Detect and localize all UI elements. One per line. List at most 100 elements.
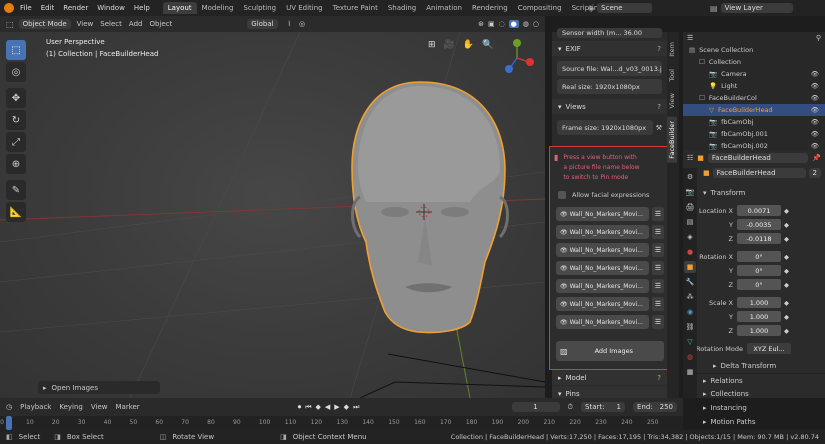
view-menu-icon[interactable]: ☰	[652, 297, 664, 311]
blender-logo-icon[interactable]	[4, 3, 14, 13]
transform-tool-icon[interactable]: ⊕	[6, 154, 26, 174]
clock-icon[interactable]: ⏱	[568, 403, 573, 412]
visibility-eye-icon[interactable]: 👁	[811, 130, 819, 138]
zoom-icon[interactable]: 🔍	[482, 40, 493, 50]
outliner-row[interactable]: ▽ FaceBuilderHead 👁	[683, 104, 825, 116]
scale-x-field[interactable]: 1.000	[737, 297, 781, 308]
exif-header[interactable]: ▾ EXIF ?	[552, 41, 667, 56]
rotate-tool-icon[interactable]: ↻	[6, 110, 26, 130]
visibility-eye-icon[interactable]: 👁	[811, 82, 819, 90]
sensor-width-field[interactable]: Sensor width (m... 36.00	[557, 28, 662, 38]
navigation-gizmo[interactable]	[505, 39, 534, 73]
view-button[interactable]: 👁 Wall_No_Markers_Movi...	[556, 279, 649, 293]
pan-hand-icon[interactable]: ✋	[463, 40, 474, 50]
3d-viewport[interactable]: User Perspective (1) Collection | FaceBu…	[0, 32, 545, 398]
physics-tab-icon[interactable]: ◉	[684, 306, 696, 318]
menu-marker[interactable]: Marker	[115, 403, 139, 411]
rotation-x-field[interactable]: 0°	[737, 251, 781, 262]
property-section-header[interactable]: ▸ Relations	[683, 373, 825, 387]
visibility-eye-icon[interactable]: 👁	[811, 94, 819, 102]
menu-render[interactable]: Render	[63, 4, 88, 12]
keyframe-dot-icon[interactable]: ◆	[784, 281, 789, 289]
keyframe-dot-icon[interactable]: ◆	[784, 221, 789, 229]
view-menu-icon[interactable]: ☰	[652, 261, 664, 275]
tab-view[interactable]: View	[667, 89, 677, 112]
tab-compositing[interactable]: Compositing	[513, 2, 567, 14]
rotation-y-field[interactable]: 0°	[737, 265, 781, 276]
keyframe-dot-icon[interactable]: ◆	[784, 313, 789, 321]
users-count[interactable]: 2	[808, 168, 821, 178]
scale-z-field[interactable]: 1.000	[737, 325, 781, 336]
solid-shading-icon[interactable]: ●	[508, 20, 519, 28]
object-tab-icon[interactable]: ■	[684, 261, 696, 273]
visibility-eye-icon[interactable]: 👁	[811, 142, 819, 150]
location-x-field[interactable]: 0.0071	[737, 205, 781, 216]
tab-layout[interactable]: Layout	[162, 2, 197, 14]
wrench-icon[interactable]: ⚒	[656, 124, 662, 132]
menu-help[interactable]: Help	[134, 4, 150, 12]
property-section-header[interactable]: ▸ Collections	[683, 387, 825, 401]
face-mesh[interactable]	[351, 81, 509, 334]
view-button[interactable]: 👁 Wall_No_Markers_Movi...	[556, 207, 649, 221]
location-z-field[interactable]: -0.0118	[737, 233, 781, 244]
material-tab-icon[interactable]: ◍	[684, 351, 696, 363]
frame-ruler[interactable]: 0 10 20 30 40 50 60 70 80 90 100 110 120 130 140 150 160…	[0, 416, 683, 430]
tool-tab-icon[interactable]: ⚙	[684, 171, 696, 183]
tab-shading[interactable]: Shading	[383, 2, 421, 14]
help-icon[interactable]: ?	[657, 45, 661, 53]
keyframe-dot-icon[interactable]: ◆	[784, 267, 789, 275]
overlay-icon[interactable]: ⊛	[478, 20, 484, 28]
outliner-row[interactable]: 📷 fbCamObj 👁	[683, 116, 825, 128]
view-layer-selector[interactable]: ▤ View Layer	[710, 3, 793, 13]
view-button[interactable]: 👁 Wall_No_Markers_Movi...	[556, 225, 649, 239]
location-y-field[interactable]: -0.0035	[737, 219, 781, 230]
transform-section-header[interactable]: ▾ Transform	[683, 186, 825, 200]
tab-texture-paint[interactable]: Texture Paint	[328, 2, 383, 14]
view-menu-icon[interactable]: ☰	[652, 279, 664, 293]
menu-keying[interactable]: Keying	[59, 403, 83, 411]
outliner-row[interactable]: ▤ Scene Collection	[683, 44, 825, 56]
outliner-filter-icon[interactable]: ⚲	[816, 34, 821, 42]
scale-y-field[interactable]: 1.000	[737, 311, 781, 322]
constraints-tab-icon[interactable]: ⛓	[684, 321, 696, 333]
render-tab-icon[interactable]: 📷	[684, 186, 696, 198]
orientation-selector[interactable]: Global	[247, 19, 278, 29]
scene-selector[interactable]: ◈ Scene	[588, 3, 653, 13]
menu-window[interactable]: Window	[97, 4, 125, 12]
outliner-row[interactable]: 📷 fbCamObj.001 👁	[683, 128, 825, 140]
tab-uv-editing[interactable]: UV Editing	[281, 2, 328, 14]
current-frame-field[interactable]: 1	[511, 402, 560, 412]
cursor-tool-icon[interactable]: ◎	[6, 62, 26, 82]
tab-rendering[interactable]: Rendering	[467, 2, 513, 14]
view-menu-icon[interactable]: ☰	[652, 207, 664, 221]
mode-selector[interactable]: Object Mode	[18, 19, 71, 29]
property-section-header[interactable]: ▸ Motion Paths	[683, 415, 825, 429]
render-shading-icon[interactable]: ○	[533, 20, 539, 28]
record-icon[interactable]: ⏺	[298, 403, 302, 412]
pin-icon[interactable]: 📌	[812, 154, 821, 162]
view-menu-icon[interactable]: ☰	[652, 243, 664, 257]
visibility-eye-icon[interactable]: 👁	[811, 118, 819, 126]
material-shading-icon[interactable]: ◍	[523, 20, 529, 28]
view-button[interactable]: 👁 Wall_No_Markers_Movi...	[556, 243, 649, 257]
outliner-editor-icon[interactable]: ☰	[687, 34, 693, 42]
tab-sculpting[interactable]: Sculpting	[238, 2, 281, 14]
view-layer-tab-icon[interactable]: ▤	[684, 216, 696, 228]
menu-edit[interactable]: Edit	[41, 4, 55, 12]
jump-end-icon[interactable]: ⏭	[353, 403, 359, 412]
tab-tool[interactable]: Tool	[667, 65, 677, 86]
keyframe-dot-icon[interactable]: ◆	[784, 299, 789, 307]
rotation-z-field[interactable]: 0°	[737, 279, 781, 290]
object-name-field[interactable]: FaceBuilderHead	[707, 153, 809, 163]
tab-animation[interactable]: Animation	[421, 2, 467, 14]
help-icon[interactable]: ?	[657, 103, 661, 111]
keyframe-dot-icon[interactable]: ◆	[784, 327, 789, 335]
last-operation-panel[interactable]: ▸ Open Images	[38, 381, 160, 394]
data-name-field[interactable]: FaceBuilderHead	[712, 168, 806, 178]
allow-expressions-checkbox[interactable]	[558, 191, 566, 199]
allow-expressions-row[interactable]: Allow facial expressions	[558, 191, 664, 199]
particles-tab-icon[interactable]: ⁂	[684, 291, 696, 303]
menu-view[interactable]: View	[77, 20, 94, 28]
view-button[interactable]: 👁 Wall_No_Markers_Movi...	[556, 297, 649, 311]
visibility-eye-icon[interactable]: 👁	[811, 106, 819, 114]
